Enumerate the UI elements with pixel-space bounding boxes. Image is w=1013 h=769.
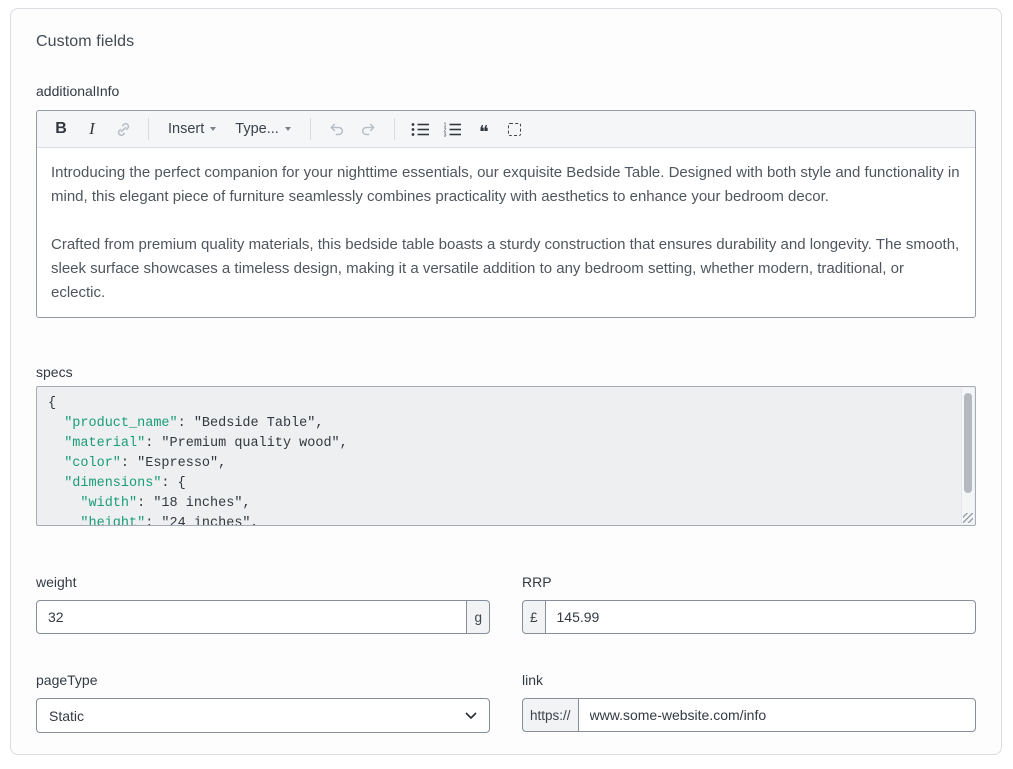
toolbar-separator <box>148 118 149 140</box>
chevron-down-icon <box>210 127 216 131</box>
weight-input[interactable] <box>36 600 467 634</box>
redo-icon <box>359 121 378 137</box>
type-dropdown[interactable]: Type... <box>229 116 297 142</box>
redo-button[interactable] <box>356 116 381 142</box>
code-line: { <box>48 394 951 414</box>
resize-handle-icon[interactable] <box>963 513 973 523</box>
rrp-label: RRP <box>522 574 976 590</box>
additionalinfo-label: additionalInfo <box>36 83 976 99</box>
bullet-list-button[interactable] <box>408 116 433 142</box>
toolbar-separator <box>394 118 395 140</box>
editor-paragraph: Crafted from premium quality materials, … <box>51 233 961 305</box>
code-block-icon <box>508 123 521 136</box>
undo-icon <box>327 121 346 137</box>
svg-text:3: 3 <box>443 132 446 137</box>
ordered-list-icon: 1 2 3 <box>443 122 462 137</box>
richtext-toolbar: B I Insert Type. <box>37 111 975 148</box>
undo-button[interactable] <box>324 116 349 142</box>
code-block-button[interactable] <box>503 116 527 142</box>
blockquote-button[interactable]: ❝ <box>472 116 496 142</box>
link-field-group: link https:// <box>522 672 976 733</box>
page-title: Custom fields <box>36 33 976 51</box>
blockquote-icon: ❝ <box>479 123 489 141</box>
insert-dropdown[interactable]: Insert <box>162 116 222 142</box>
specs-label: specs <box>36 364 976 380</box>
pagetype-select[interactable]: Static <box>36 698 490 733</box>
specs-scrollbar[interactable] <box>961 388 974 524</box>
ordered-list-button[interactable]: 1 2 3 <box>440 116 465 142</box>
custom-fields-card: Custom fields additionalInfo B I <box>10 8 1002 755</box>
code-line: "color": "Espresso", <box>48 454 951 474</box>
code-line: "width": "18 inches", <box>48 494 951 514</box>
richtext-editor: B I Insert Type. <box>36 110 976 318</box>
link-input[interactable] <box>578 698 976 732</box>
link-icon <box>115 121 132 138</box>
italic-button[interactable]: I <box>80 116 104 142</box>
unordered-list-icon <box>411 122 430 137</box>
rrp-input[interactable] <box>545 600 976 634</box>
chevron-down-icon <box>285 127 291 131</box>
specs-scrollbar-thumb[interactable] <box>964 393 972 493</box>
weight-field-group: weight g <box>36 574 490 634</box>
bold-button[interactable]: B <box>49 116 73 142</box>
pagetype-field-group: pageType Static <box>36 672 490 733</box>
rrp-field-group: RRP £ <box>522 574 976 634</box>
link-protocol-addon: https:// <box>522 698 579 732</box>
weight-unit-addon: g <box>466 600 490 634</box>
specs-code-editor[interactable]: { "product_name": "Bedside Table", "mate… <box>36 386 976 526</box>
editor-paragraph: Introducing the perfect companion for yo… <box>51 161 961 209</box>
code-line: "dimensions": { <box>48 474 951 494</box>
toolbar-separator <box>310 118 311 140</box>
rrp-currency-addon: £ <box>522 600 546 634</box>
code-line: "material": "Premium quality wood", <box>48 434 951 454</box>
link-button[interactable] <box>111 116 135 142</box>
code-line: "height": "24 inches", <box>48 514 951 526</box>
link-label: link <box>522 672 976 688</box>
weight-label: weight <box>36 574 490 590</box>
richtext-content[interactable]: Introducing the perfect companion for yo… <box>37 148 975 317</box>
pagetype-label: pageType <box>36 672 490 688</box>
code-line: "product_name": "Bedside Table", <box>48 414 951 434</box>
specs-code: { "product_name": "Bedside Table", "mate… <box>37 387 975 526</box>
